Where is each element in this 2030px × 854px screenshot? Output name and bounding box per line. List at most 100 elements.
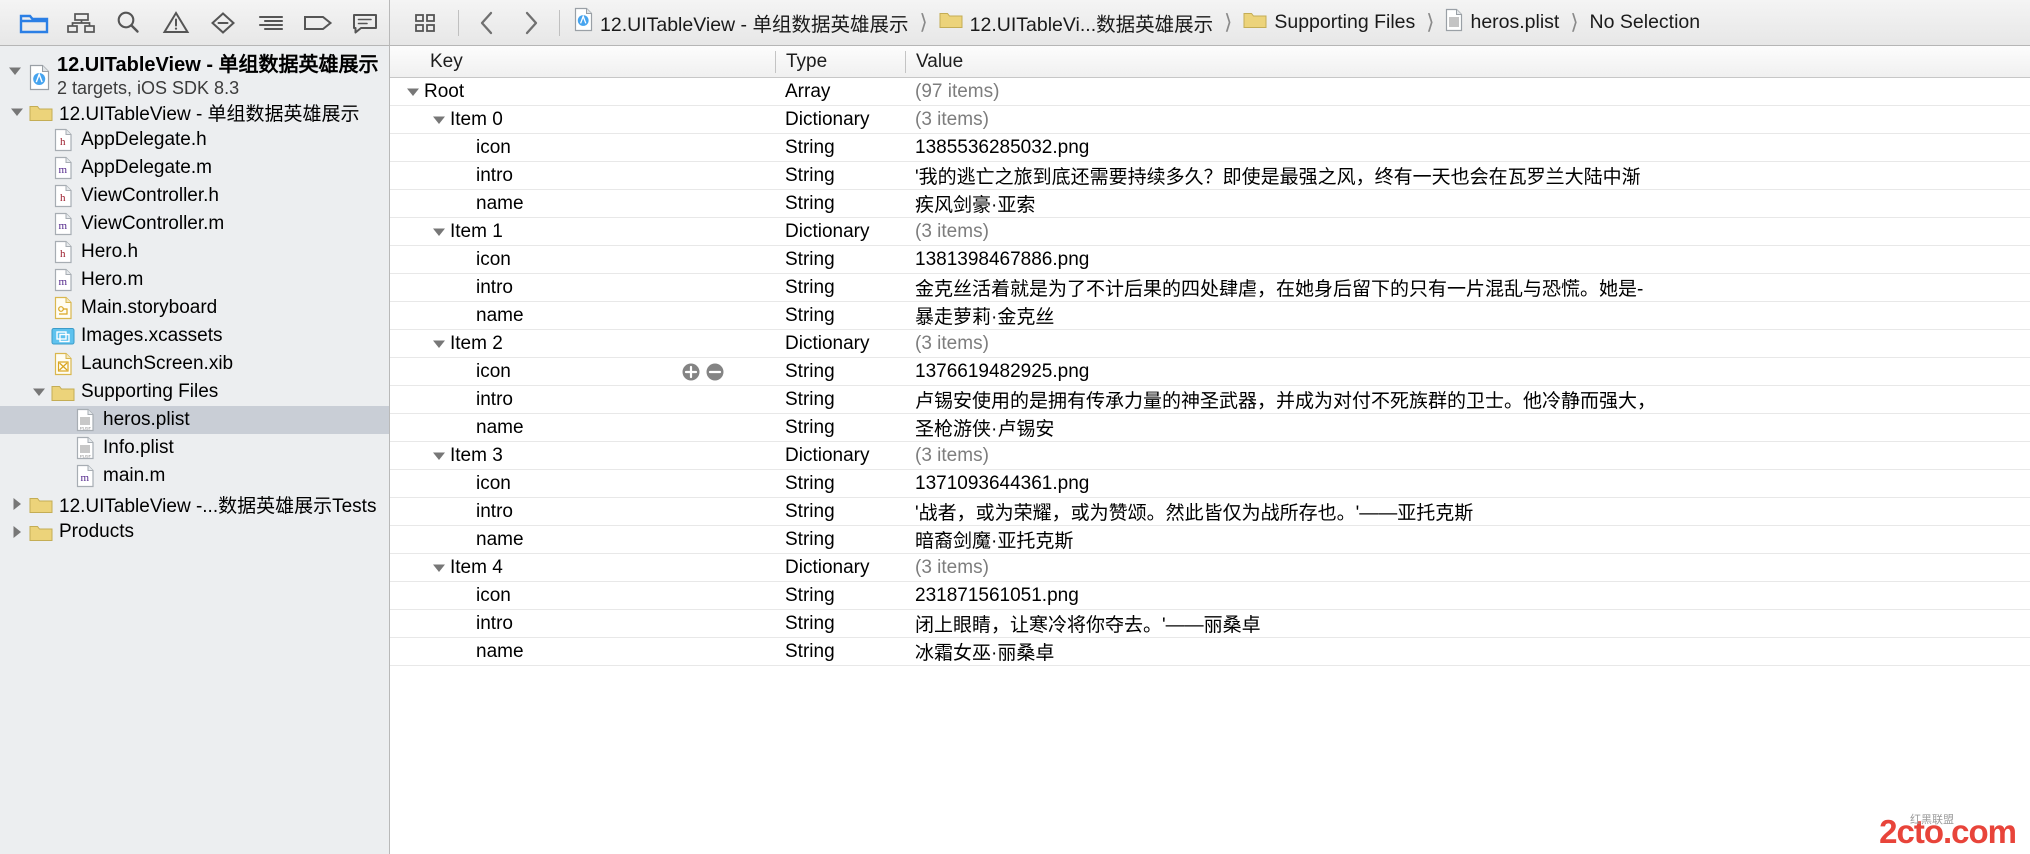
table-row[interactable]: name String 暗裔剑魔·亚托克斯 [390,526,2030,554]
navigator-item-12[interactable]: PLIST Info.plist [0,434,389,462]
plist-key-cell[interactable]: intro [390,613,775,635]
plist-value-cell[interactable]: 冰霜女巫·丽桑卓 [905,638,2030,665]
plist-type-cell[interactable]: String [775,277,905,299]
table-row[interactable]: intro String '战者，或为荣耀，或为赞颂。然此皆仅为战所存也。'——亚托… [390,498,2030,526]
plist-type-cell[interactable]: String [775,389,905,411]
disclosure-triangle-down-icon[interactable] [428,339,450,349]
plist-type-cell[interactable]: Dictionary [775,221,905,243]
plist-key-cell[interactable]: intro [390,165,775,187]
navigator-item-11[interactable]: PLIST heros.plist [0,406,389,434]
table-row[interactable]: Item 0 Dictionary (3 items) [390,106,2030,134]
navigator-file-list[interactable]: 12.UITableView - 单组数据英雄展示 h AppDelegate.h m… [0,98,389,546]
breadcrumb-item-group[interactable]: 12.UITableVi...数据英雄展示 [937,8,1215,37]
plist-type-cell[interactable]: Dictionary [775,557,905,579]
plist-value-cell[interactable]: 卢锡安使用的是拥有传承力量的神圣武器，并成为对付不死族群的卫士。他冷静而强大， [905,386,2030,413]
plist-type-cell[interactable]: Dictionary [775,109,905,131]
plist-value-cell[interactable]: 1376619482925.png [905,361,2030,383]
folder-icon[interactable] [10,0,57,46]
table-row[interactable]: name String 疾风剑豪·亚索 [390,190,2030,218]
project-navigator[interactable]: 12.UITableView - 单组数据英雄展示 2 targets, iOS… [0,46,390,854]
plist-type-cell[interactable]: String [775,305,905,327]
table-row[interactable]: Item 1 Dictionary (3 items) [390,218,2030,246]
navigator-item-10[interactable]: Supporting Files [0,378,389,406]
table-row[interactable]: icon String 1371093644361.png [390,470,2030,498]
table-row[interactable]: intro String '我的逃亡之旅到底还需要持续多久？即使是最强之风，终有一天… [390,162,2030,190]
plist-value-cell[interactable]: (3 items) [905,445,2030,467]
plist-value-cell[interactable]: 1371093644361.png [905,473,2030,495]
plist-key-cell[interactable]: name [390,305,775,327]
navigator-item-9[interactable]: LaunchScreen.xib [0,350,389,378]
navigator-item-3[interactable]: h ViewController.h [0,182,389,210]
add-row-icon[interactable] [681,362,701,382]
plist-key-cell[interactable]: Item 2 [390,333,775,355]
plist-type-cell[interactable]: String [775,529,905,551]
table-row[interactable]: name String 暴走萝莉·金克丝 [390,302,2030,330]
column-header-value[interactable]: Value [905,50,2030,73]
lines-icon[interactable] [247,0,294,46]
column-header-key[interactable]: Key [390,51,775,73]
plist-value-cell[interactable]: 金克丝活着就是为了不计后果的四处肆虐，在她身后留下的只有一片混乱与恐慌。她是- [905,274,2030,301]
plist-key-cell[interactable]: Item 1 [390,221,775,243]
disclosure-triangle-down-icon[interactable] [402,87,424,97]
plist-value-cell[interactable]: (97 items) [905,81,2030,103]
breadcrumb-item-selection[interactable]: No Selection [1588,11,1703,34]
plist-key-cell[interactable]: intro [390,277,775,299]
plist-key-cell[interactable]: Item 3 [390,445,775,467]
plist-key-cell[interactable]: icon [390,137,775,159]
plist-type-cell[interactable]: String [775,165,905,187]
plist-key-cell[interactable]: name [390,529,775,551]
warning-triangle-icon[interactable] [152,0,199,46]
plist-key-cell[interactable]: icon [390,473,775,495]
plist-value-cell[interactable]: 231871561051.png [905,585,2030,607]
plist-value-cell[interactable]: 1385536285032.png [905,137,2030,159]
remove-row-icon[interactable] [705,362,725,382]
breadcrumb-item-supporting-files[interactable]: Supporting Files [1241,10,1417,35]
plist-type-cell[interactable]: String [775,249,905,271]
plist-type-cell[interactable]: Dictionary [775,445,905,467]
table-row[interactable]: intro String 卢锡安使用的是拥有传承力量的神圣武器，并成为对付不死族群的… [390,386,2030,414]
table-row[interactable]: Root Array (97 items) [390,78,2030,106]
related-items-icon[interactable] [400,11,452,35]
plist-type-cell[interactable]: String [775,585,905,607]
plist-value-cell[interactable]: (3 items) [905,333,2030,355]
table-row[interactable]: intro String 闭上眼睛，让寒冷将你夺去。'——丽桑卓 [390,610,2030,638]
table-row[interactable]: name String 圣枪游侠·卢锡安 [390,414,2030,442]
plist-type-cell[interactable]: Dictionary [775,333,905,355]
navigator-item-7[interactable]: Main.storyboard [0,294,389,322]
table-row[interactable]: icon String 1385536285032.png [390,134,2030,162]
column-header-type[interactable]: Type [775,50,905,73]
breadcrumb-item-project[interactable]: 12.UITableView - 单组数据英雄展示 [572,7,910,38]
plist-key-cell[interactable]: Item 0 [390,109,775,131]
hierarchy-icon[interactable] [57,0,104,46]
plist-key-cell[interactable]: Root [390,81,775,103]
disclosure-triangle-down-icon[interactable] [28,387,50,397]
disclosure-triangle-down-icon[interactable] [428,115,450,125]
plist-key-cell[interactable]: icon [390,249,775,271]
navigator-item-0[interactable]: 12.UITableView - 单组数据英雄展示 [0,98,389,126]
table-row[interactable]: Item 4 Dictionary (3 items) [390,554,2030,582]
table-row[interactable]: icon String 1381398467886.png [390,246,2030,274]
plist-type-cell[interactable]: String [775,501,905,523]
navigator-item-8[interactable]: Images.xcassets [0,322,389,350]
plist-row-container[interactable]: Root Array (97 items) Item 0 Dictionary (3 it… [390,78,2030,854]
speech-bubble-icon[interactable] [342,0,389,46]
table-row[interactable]: name String 冰霜女巫·丽桑卓 [390,638,2030,666]
plist-value-cell[interactable]: (3 items) [905,221,2030,243]
plist-key-cell[interactable]: icon [390,585,775,607]
plist-key-cell[interactable]: name [390,417,775,439]
plist-key-cell[interactable]: icon [390,361,775,383]
disclosure-triangle-down-icon[interactable] [428,563,450,573]
navigator-item-15[interactable]: Products [0,518,389,546]
plist-key-cell[interactable]: Item 4 [390,557,775,579]
plist-value-cell[interactable]: '战者，或为荣耀，或为赞颂。然此皆仅为战所存也。'——亚托克斯 [905,498,2030,525]
navigator-item-4[interactable]: m ViewController.m [0,210,389,238]
plist-key-cell[interactable]: intro [390,389,775,411]
plist-key-cell[interactable]: name [390,193,775,215]
navigator-item-5[interactable]: h Hero.h [0,238,389,266]
plist-type-cell[interactable]: String [775,613,905,635]
plist-value-cell[interactable]: 疾风剑豪·亚索 [905,190,2030,217]
navigator-item-2[interactable]: m AppDelegate.m [0,154,389,182]
plist-type-cell[interactable]: String [775,137,905,159]
plist-key-cell[interactable]: intro [390,501,775,523]
plist-value-cell[interactable]: (3 items) [905,109,2030,131]
